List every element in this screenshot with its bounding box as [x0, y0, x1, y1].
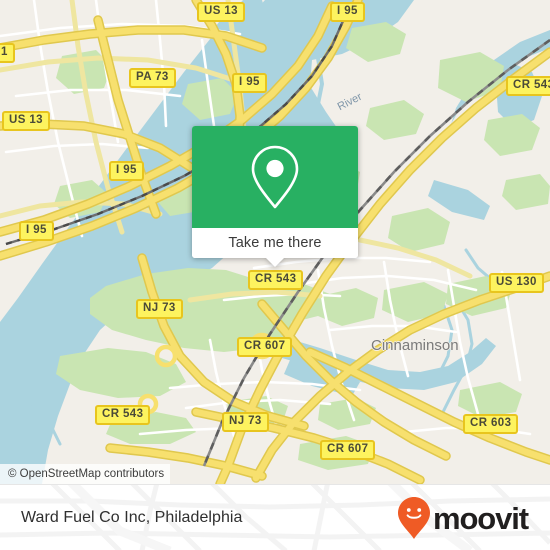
road-shield-1[interactable]: 1 [0, 43, 15, 63]
road-shield-cr-543[interactable]: CR 543 [248, 270, 304, 290]
map-viewport[interactable]: River Cinnaminson US 13 I 95 PA 73 I 95 … [0, 0, 550, 484]
place-label-cinnaminson: Cinnaminson [371, 337, 459, 354]
road-shield-us-130[interactable]: US 130 [489, 273, 544, 293]
popup-tail-arrow [266, 258, 284, 267]
location-popup[interactable]: Take me there [192, 126, 358, 267]
location-title: Ward Fuel Co Inc, Philadelphia [21, 509, 243, 526]
road-shield-us-13[interactable]: US 13 [197, 2, 245, 22]
road-shield-i-95[interactable]: I 95 [330, 2, 365, 22]
map-attribution[interactable]: © OpenStreetMap contributors [0, 464, 171, 484]
road-shield-i-95[interactable]: I 95 [19, 221, 54, 241]
road-shield-i-95[interactable]: I 95 [109, 161, 144, 181]
moovit-wordmark: moovit [432, 500, 529, 536]
popup-footer[interactable]: Take me there [192, 228, 358, 258]
moovit-location-widget: River Cinnaminson US 13 I 95 PA 73 I 95 … [0, 0, 550, 550]
popup-body: Take me there [192, 126, 358, 258]
footer-content: Ward Fuel Co Inc, Philadelphia moovit [0, 485, 550, 550]
popup-header [192, 126, 358, 228]
moovit-logo[interactable]: moovit [397, 496, 529, 540]
take-me-there-label: Take me there [228, 235, 322, 251]
road-shield-cr-607[interactable]: CR 607 [320, 440, 376, 460]
map-pin-icon [251, 145, 299, 209]
road-shield-us-13[interactable]: US 13 [2, 111, 50, 131]
road-shield-nj-73[interactable]: NJ 73 [222, 412, 269, 432]
road-shield-cr-607[interactable]: CR 607 [237, 337, 293, 357]
footer-bar: Ward Fuel Co Inc, Philadelphia moovit [0, 484, 550, 550]
road-shield-nj-73[interactable]: NJ 73 [136, 299, 183, 319]
attribution-text: © OpenStreetMap contributors [8, 468, 165, 480]
road-shield-cr-543[interactable]: CR 543 [506, 76, 550, 96]
road-shield-cr-603[interactable]: CR 603 [463, 414, 519, 434]
road-shield-cr-543[interactable]: CR 543 [95, 405, 151, 425]
road-shield-pa-73[interactable]: PA 73 [129, 68, 176, 88]
moovit-pin-smile-icon [397, 497, 430, 539]
road-shield-i-95[interactable]: I 95 [232, 73, 267, 93]
